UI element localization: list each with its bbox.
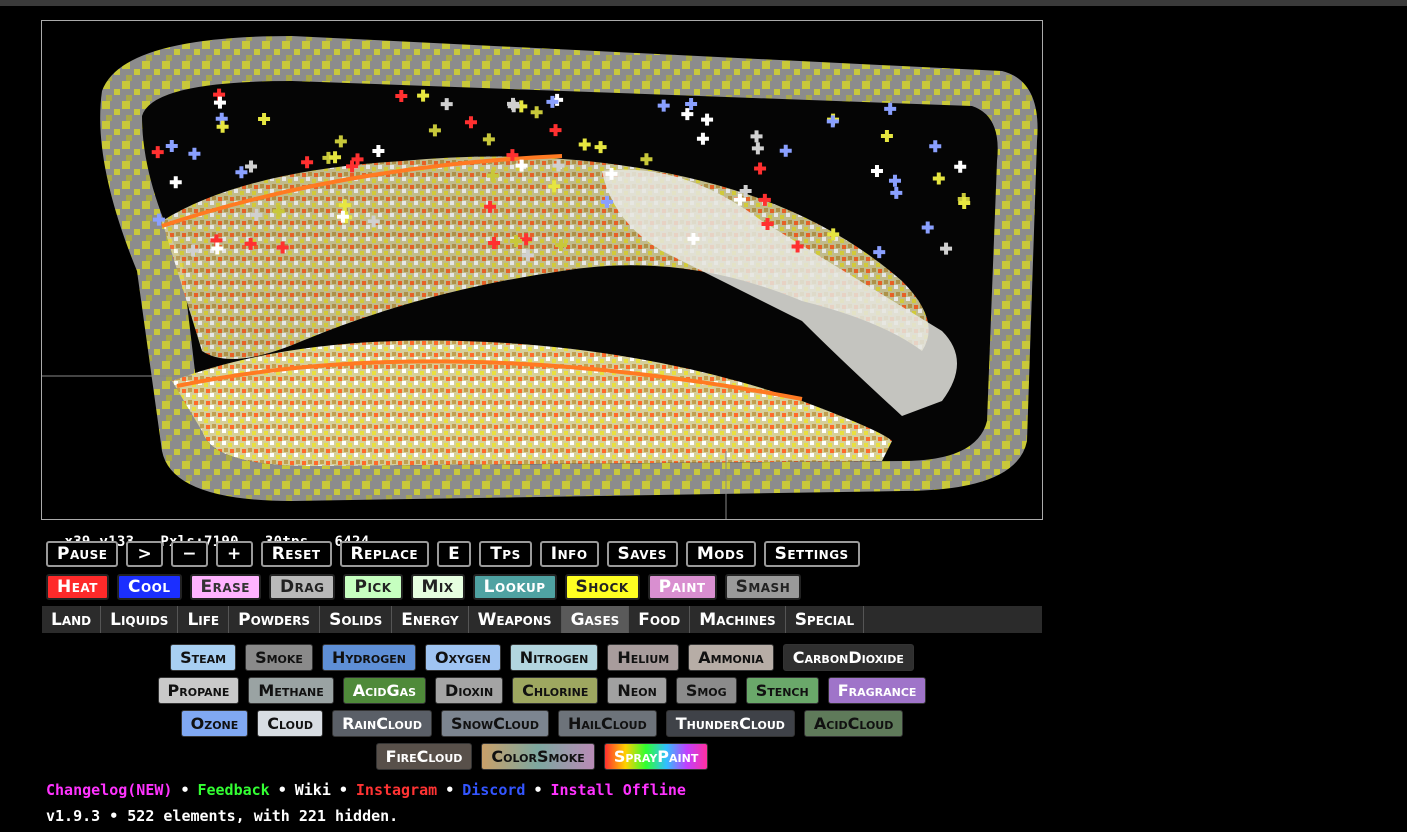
- mix-tool-button[interactable]: Mix: [410, 574, 465, 600]
- link-install-offline[interactable]: Install Offline: [550, 781, 685, 799]
- mods-button[interactable]: Mods: [685, 541, 756, 567]
- link-separator: •: [533, 781, 543, 799]
- element-button-smog[interactable]: Smog: [675, 677, 737, 704]
- reset-button[interactable]: Reset: [260, 541, 332, 567]
- minus-button[interactable]: −: [171, 541, 208, 567]
- tab-machines[interactable]: Machines: [690, 606, 786, 633]
- element-button-thundercloud[interactable]: ThunderCloud: [665, 710, 795, 737]
- element-button-cloud[interactable]: Cloud: [257, 710, 324, 737]
- element-row: FireCloud ColorSmoke SprayPaint: [42, 743, 1042, 770]
- element-row: Propane Methane AcidGas Dioxin Chlorine Neon S…: [42, 677, 1042, 704]
- element-button-fragrance[interactable]: Fragrance: [827, 677, 927, 704]
- browser-top-strip: [0, 0, 1407, 6]
- tab-energy[interactable]: Energy: [392, 606, 469, 633]
- saves-button[interactable]: Saves: [606, 541, 678, 567]
- e-button[interactable]: E: [437, 541, 472, 567]
- element-button-neon[interactable]: Neon: [607, 677, 667, 704]
- element-button-acidgas[interactable]: AcidGas: [342, 677, 427, 704]
- element-button-colorsmoke[interactable]: ColorSmoke: [481, 743, 595, 770]
- settings-button[interactable]: Settings: [763, 541, 860, 567]
- lookup-tool-button[interactable]: Lookup: [472, 574, 557, 600]
- tab-food[interactable]: Food: [629, 606, 691, 633]
- element-row: Steam Smoke Hydrogen Oxygen Nitrogen Helium Am…: [42, 644, 1042, 671]
- link-separator: •: [180, 781, 190, 799]
- link-separator: •: [277, 781, 287, 799]
- element-button-acidcloud[interactable]: AcidCloud: [803, 710, 904, 737]
- tab-liquids[interactable]: Liquids: [101, 606, 179, 633]
- element-button-methane[interactable]: Methane: [248, 677, 334, 704]
- tab-powders[interactable]: Powders: [229, 606, 321, 633]
- tab-special[interactable]: Special: [786, 606, 865, 633]
- element-button-steam[interactable]: Steam: [170, 644, 237, 671]
- element-button-carbondioxide[interactable]: CarbonDioxide: [782, 644, 914, 671]
- step-button[interactable]: >: [126, 541, 164, 567]
- element-button-ammonia[interactable]: Ammonia: [688, 644, 774, 671]
- element-button-spraypaint[interactable]: SprayPaint: [603, 743, 709, 770]
- element-button-dioxin[interactable]: Dioxin: [435, 677, 504, 704]
- heat-tool-button[interactable]: Heat: [46, 574, 109, 600]
- cool-tool-button[interactable]: Cool: [116, 574, 182, 600]
- element-row: Ozone Cloud RainCloud SnowCloud HailCloud Thu…: [42, 710, 1042, 737]
- element-button-oxygen[interactable]: Oxygen: [425, 644, 501, 671]
- link-discord[interactable]: Discord: [462, 781, 525, 799]
- replace-button[interactable]: Replace: [339, 541, 430, 567]
- tool-bar: Heat Cool Erase Drag Pick Mix Lookup Shock Paint…: [46, 574, 802, 600]
- erase-tool-button[interactable]: Erase: [189, 574, 261, 600]
- element-picker: Steam Smoke Hydrogen Oxygen Nitrogen Helium Am…: [42, 644, 1042, 776]
- tab-land[interactable]: Land: [42, 606, 102, 633]
- tab-life[interactable]: Life: [178, 606, 230, 633]
- element-button-nitrogen[interactable]: Nitrogen: [509, 644, 599, 671]
- tps-button[interactable]: Tps: [479, 541, 532, 567]
- tab-gases[interactable]: Gases: [561, 606, 630, 633]
- paint-tool-button[interactable]: Paint: [647, 574, 717, 600]
- element-button-smoke[interactable]: Smoke: [245, 644, 313, 671]
- control-bar: Pause > − + Reset Replace E Tps Info Saves Mods Set…: [46, 541, 860, 567]
- game-canvas[interactable]: [41, 20, 1043, 520]
- version-info: v1.9.3 • 522 elements, with 221 hidden.: [46, 807, 399, 825]
- footer-links: Changelog(NEW) • Feedback • Wiki • Instagram • D…: [46, 781, 686, 799]
- element-button-chlorine[interactable]: Chlorine: [512, 677, 599, 704]
- plus-button[interactable]: +: [215, 541, 253, 567]
- link-changelog-new-[interactable]: Changelog(NEW): [46, 781, 172, 799]
- link-wiki[interactable]: Wiki: [295, 781, 331, 799]
- smash-tool-button[interactable]: Smash: [724, 574, 802, 600]
- info-button[interactable]: Info: [539, 541, 599, 567]
- link-separator: •: [338, 781, 348, 799]
- shock-tool-button[interactable]: Shock: [564, 574, 640, 600]
- element-button-hailcloud[interactable]: HailCloud: [557, 710, 657, 737]
- simulation-scene[interactable]: [42, 21, 1042, 519]
- pick-tool-button[interactable]: Pick: [343, 574, 403, 600]
- tab-weapons[interactable]: Weapons: [469, 606, 562, 633]
- element-button-ozone[interactable]: Ozone: [180, 710, 249, 737]
- element-button-snowcloud[interactable]: SnowCloud: [440, 710, 549, 737]
- link-feedback[interactable]: Feedback: [197, 781, 269, 799]
- link-instagram[interactable]: Instagram: [356, 781, 437, 799]
- element-button-propane[interactable]: Propane: [157, 677, 240, 704]
- element-button-helium[interactable]: Helium: [607, 644, 680, 671]
- drag-tool-button[interactable]: Drag: [268, 574, 336, 600]
- element-button-hydrogen[interactable]: Hydrogen: [321, 644, 416, 671]
- category-tabs: Land Liquids Life Powders Solids Energy Weapon…: [42, 606, 1042, 633]
- element-button-raincloud[interactable]: RainCloud: [332, 710, 432, 737]
- pause-button[interactable]: Pause: [46, 541, 119, 567]
- tab-solids[interactable]: Solids: [320, 606, 393, 633]
- link-separator: •: [445, 781, 455, 799]
- element-button-stench[interactable]: Stench: [745, 677, 819, 704]
- element-button-firecloud[interactable]: FireCloud: [375, 743, 473, 770]
